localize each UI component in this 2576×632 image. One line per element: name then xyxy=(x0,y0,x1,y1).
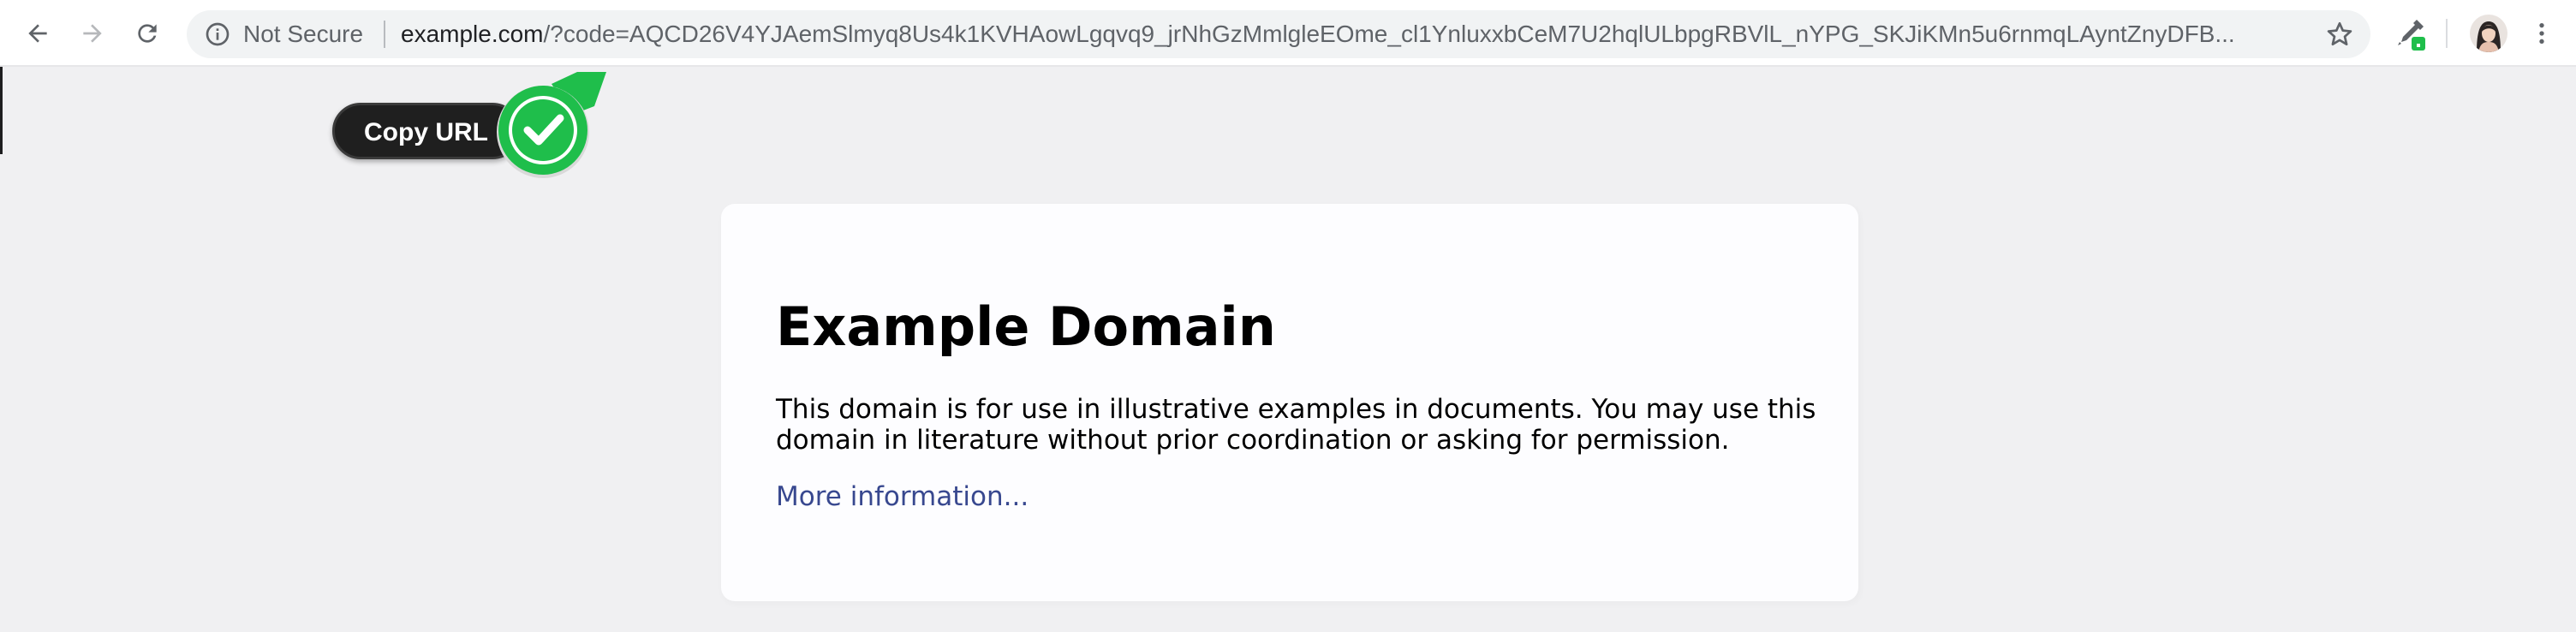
avatar[interactable] xyxy=(2470,15,2507,52)
check-icon xyxy=(497,72,606,178)
copy-url-label: Copy URL xyxy=(364,118,488,146)
security-status[interactable]: Not Secure xyxy=(243,21,363,47)
url-text[interactable]: example.com/?code=AQCD26V4YJAemSlmyq8Us4… xyxy=(401,21,2302,47)
copy-url-toast[interactable]: Copy URL xyxy=(332,103,521,159)
browser-menu-button[interactable] xyxy=(2523,15,2561,52)
forward-arrow-icon xyxy=(83,24,102,43)
omnibox-separator xyxy=(384,21,385,48)
info-icon[interactable] xyxy=(204,21,231,48)
profile-avatar-icon xyxy=(2470,15,2507,52)
reload-button[interactable] xyxy=(128,15,166,52)
star-icon[interactable] xyxy=(2324,19,2355,50)
page-description: This domain is for use in illustrative e… xyxy=(776,394,1816,456)
window-edge xyxy=(0,67,3,154)
extension-button[interactable] xyxy=(2391,15,2429,52)
browser-toolbar: Not Secure example.com/?code=AQCD26V4YJA… xyxy=(0,0,2576,67)
address-bar[interactable]: Not Secure example.com/?code=AQCD26V4YJA… xyxy=(187,10,2370,58)
toolbar-divider xyxy=(2446,19,2448,48)
content-card: Example Domain This domain is for use in… xyxy=(721,204,1858,601)
back-arrow-icon xyxy=(28,24,47,43)
more-information-link[interactable]: More information... xyxy=(776,481,1029,512)
url-host: example.com xyxy=(401,21,544,47)
eyedropper-extension-icon xyxy=(2398,20,2425,51)
page-title: Example Domain xyxy=(776,295,1276,358)
back-button[interactable] xyxy=(19,15,57,52)
url-path: /?code=AQCD26V4YJAemSlmyq8Us4k1KVHAowLgq… xyxy=(543,21,2235,47)
kebab-menu-icon xyxy=(2539,23,2544,44)
reload-icon xyxy=(138,24,157,43)
forward-button[interactable] xyxy=(74,15,111,52)
